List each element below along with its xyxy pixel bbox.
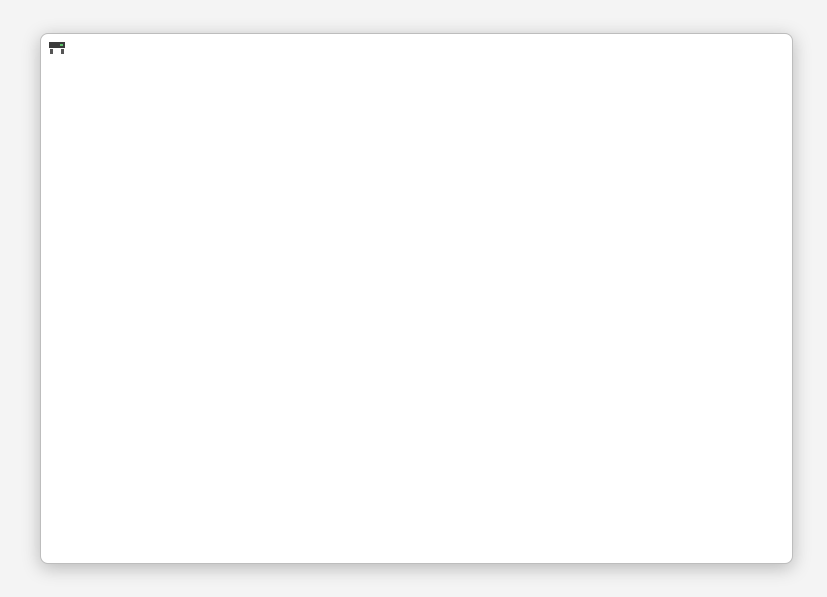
disk-management-window (40, 33, 793, 564)
maximize-button[interactable] (701, 34, 747, 64)
title-bar (41, 34, 792, 64)
disk-management-app-icon (49, 42, 65, 54)
